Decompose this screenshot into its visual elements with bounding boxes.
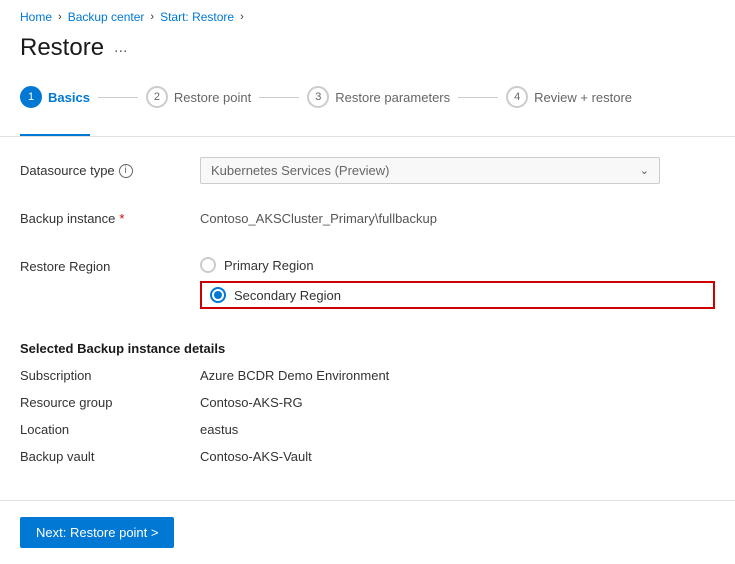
breadcrumb-home[interactable]: Home xyxy=(20,10,52,24)
backup-vault-row: Backup vault Contoso-AKS-Vault xyxy=(20,449,715,464)
location-label: Location xyxy=(20,422,200,437)
step-circle-1: 1 xyxy=(20,86,42,108)
page-title: Restore xyxy=(20,34,104,62)
more-options-icon[interactable]: ... xyxy=(114,39,127,57)
restore-region-control: Primary Region Secondary Region xyxy=(200,253,715,309)
step-basics[interactable]: 1 Basics xyxy=(20,78,90,116)
restore-region-label: Restore Region xyxy=(20,253,200,274)
form-section: Datasource type i Kubernetes Services (P… xyxy=(0,157,735,309)
step-label-restore-point: Restore point xyxy=(174,90,251,105)
step-label-basics: Basics xyxy=(48,90,90,105)
breadcrumb-chevron-1: › xyxy=(58,11,62,23)
step-restore-params[interactable]: 3 Restore parameters xyxy=(307,78,450,116)
restore-region-radio-group: Primary Region Secondary Region xyxy=(200,253,715,309)
datasource-type-control: Kubernetes Services (Preview) ⌄ xyxy=(200,157,715,184)
primary-region-radio[interactable] xyxy=(200,257,216,273)
datasource-info-icon[interactable]: i xyxy=(119,164,133,178)
secondary-region-radio[interactable] xyxy=(210,287,226,303)
datasource-dropdown[interactable]: Kubernetes Services (Preview) ⌄ xyxy=(200,157,660,184)
page-header: Restore ... xyxy=(0,30,735,78)
step-circle-2: 2 xyxy=(146,86,168,108)
breadcrumb-chevron-2: › xyxy=(150,11,154,23)
backup-instance-control: Contoso_AKSCluster_Primary\fullbackup xyxy=(200,205,715,226)
subscription-row: Subscription Azure BCDR Demo Environment xyxy=(20,368,715,383)
subscription-label: Subscription xyxy=(20,368,200,383)
primary-region-label: Primary Region xyxy=(224,258,314,273)
step-sep-3 xyxy=(458,97,498,98)
required-indicator: * xyxy=(119,211,124,226)
breadcrumb-backup-center[interactable]: Backup center xyxy=(68,10,145,24)
restore-region-row: Restore Region Primary Region Secondary … xyxy=(20,253,715,309)
location-row: Location eastus xyxy=(20,422,715,437)
resource-group-row: Resource group Contoso-AKS-RG xyxy=(20,395,715,410)
subscription-value: Azure BCDR Demo Environment xyxy=(200,368,389,383)
next-button[interactable]: Next: Restore point > xyxy=(20,517,174,548)
dropdown-arrow-icon: ⌄ xyxy=(640,164,649,177)
backup-vault-value: Contoso-AKS-Vault xyxy=(200,449,312,464)
step-circle-4: 4 xyxy=(506,86,528,108)
backup-vault-label: Backup vault xyxy=(20,449,200,464)
datasource-dropdown-value: Kubernetes Services (Preview) xyxy=(211,163,389,178)
step-review-restore[interactable]: 4 Review + restore xyxy=(506,78,632,116)
details-section: Selected Backup instance details Subscri… xyxy=(0,325,735,492)
resource-group-value: Contoso-AKS-RG xyxy=(200,395,303,410)
step-label-review-restore: Review + restore xyxy=(534,90,632,105)
step-sep-2 xyxy=(259,97,299,98)
breadcrumb: Home › Backup center › Start: Restore › xyxy=(0,0,735,30)
datasource-type-row: Datasource type i Kubernetes Services (P… xyxy=(20,157,715,189)
backup-instance-label: Backup instance * xyxy=(20,205,200,226)
primary-region-option[interactable]: Primary Region xyxy=(200,257,715,273)
breadcrumb-start-restore[interactable]: Start: Restore xyxy=(160,10,234,24)
details-section-title: Selected Backup instance details xyxy=(20,341,715,356)
secondary-region-option[interactable]: Secondary Region xyxy=(210,287,341,303)
resource-group-label: Resource group xyxy=(20,395,200,410)
step-circle-3: 3 xyxy=(307,86,329,108)
step-label-restore-params: Restore parameters xyxy=(335,90,450,105)
backup-instance-row: Backup instance * Contoso_AKSCluster_Pri… xyxy=(20,205,715,237)
datasource-type-label: Datasource type i xyxy=(20,157,200,178)
location-value: eastus xyxy=(200,422,238,437)
breadcrumb-chevron-3: › xyxy=(240,11,244,23)
step-sep-1 xyxy=(98,97,138,98)
secondary-region-highlight: Secondary Region xyxy=(200,281,715,309)
step-restore-point[interactable]: 2 Restore point xyxy=(146,78,251,116)
wizard-steps: 1 Basics 2 Restore point 3 Restore param… xyxy=(0,78,735,137)
backup-instance-value: Contoso_AKSCluster_Primary\fullbackup xyxy=(200,205,715,226)
secondary-region-label: Secondary Region xyxy=(234,288,341,303)
footer: Next: Restore point > xyxy=(0,500,735,564)
